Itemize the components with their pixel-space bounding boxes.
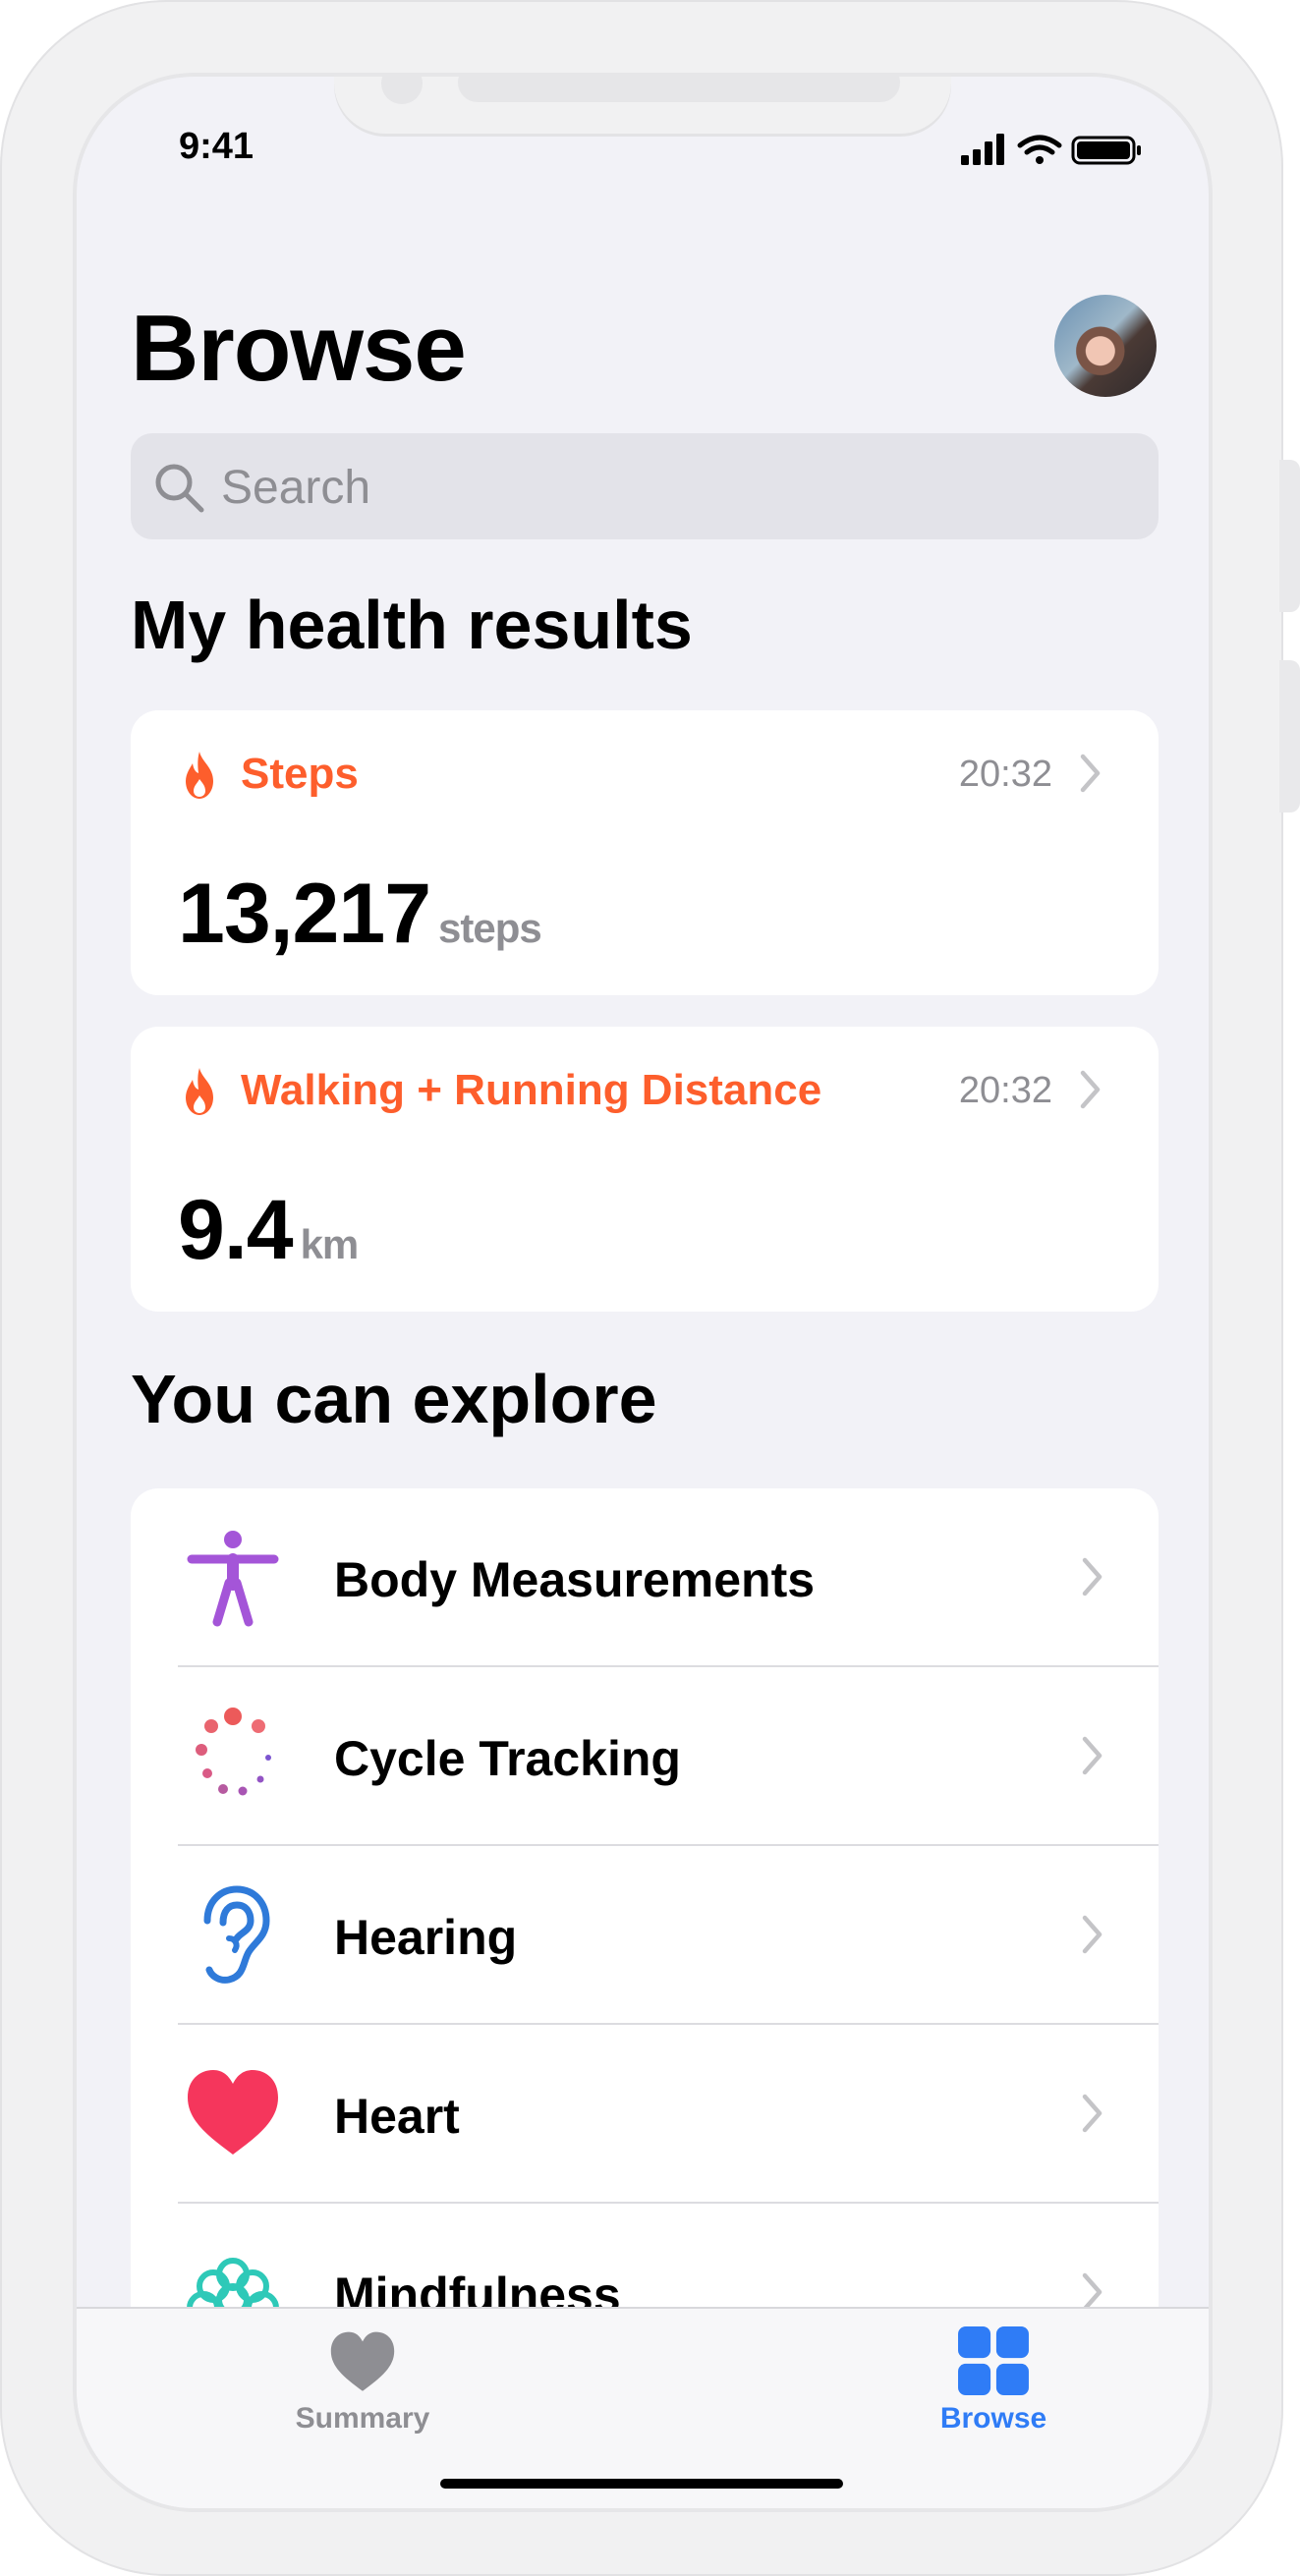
- section-title-explore: You can explore: [131, 1361, 657, 1437]
- explore-item-body-measurements[interactable]: Body Measurements: [131, 1488, 1159, 1667]
- camera: [381, 77, 423, 104]
- explore-item-heart[interactable]: Heart: [131, 2025, 1159, 2204]
- explore-list: Body Measurements Cycle Tracking Hearing…: [131, 1488, 1159, 2373]
- ear-icon: [203, 1885, 270, 1984]
- tab-label: Summary: [295, 2402, 430, 2435]
- chevron-right-icon: [1082, 1557, 1102, 1596]
- volume-down-button: [1279, 660, 1300, 812]
- volume-up-button: [1279, 460, 1300, 612]
- speaker: [458, 77, 900, 102]
- section-title-health-results: My health results: [131, 587, 693, 663]
- card-unit: km: [300, 1221, 360, 1267]
- explore-item-label: Heart: [334, 2089, 460, 2144]
- tab-summary[interactable]: Summary: [245, 2326, 480, 2436]
- card-time: 20:32: [958, 1070, 1052, 1111]
- card-value: 13,217: [178, 867, 431, 961]
- tab-browse[interactable]: Browse: [876, 2326, 1111, 2436]
- avatar[interactable]: [1054, 295, 1157, 397]
- page-title: Browse: [131, 296, 467, 401]
- health-card-steps[interactable]: Steps 20:32 13,217 steps: [131, 710, 1159, 995]
- explore-item-label: Body Measurements: [334, 1552, 816, 1607]
- card-time: 20:32: [958, 754, 1052, 795]
- heart-icon: [188, 2070, 278, 2155]
- search-input[interactable]: Search: [131, 433, 1159, 539]
- card-value-row: 9.4 km: [178, 1182, 360, 1279]
- heart-icon: [330, 2331, 395, 2391]
- tab-label: Browse: [939, 2402, 1047, 2435]
- explore-item-hearing[interactable]: Hearing: [131, 1846, 1159, 2025]
- search-placeholder: Search: [221, 462, 371, 514]
- flame-icon: [186, 752, 213, 799]
- chevron-right-icon: [1080, 1070, 1101, 1109]
- card-label: Walking + Running Distance: [241, 1066, 822, 1114]
- status-time: 9:41: [179, 126, 254, 167]
- search-icon: [155, 464, 204, 513]
- explore-item-label: Cycle Tracking: [334, 1731, 681, 1786]
- card-label: Steps: [241, 750, 359, 798]
- device-notch: [334, 77, 951, 134]
- cycle-dots-icon: [196, 1708, 271, 1796]
- app-screen: 9:41 Browse Search My health results Ste…: [77, 77, 1209, 2508]
- card-unit: steps: [438, 905, 542, 951]
- health-card-walking-running-distance[interactable]: Walking + Running Distance 20:32 9.4 km: [131, 1027, 1159, 1312]
- card-value: 9.4: [178, 1183, 294, 1277]
- chevron-right-icon: [1082, 1736, 1102, 1775]
- battery-icon: [1071, 136, 1141, 165]
- explore-item-label: Hearing: [334, 1910, 518, 1965]
- status-icons: [959, 132, 1146, 167]
- flame-icon: [186, 1068, 213, 1115]
- explore-item-cycle-tracking[interactable]: Cycle Tracking: [131, 1667, 1159, 1846]
- chevron-right-icon: [1082, 2094, 1102, 2133]
- wifi-icon: [1017, 135, 1062, 164]
- chevron-right-icon: [1082, 1915, 1102, 1954]
- body-figure-icon: [187, 1531, 279, 1627]
- grid-icon: [958, 2326, 1029, 2395]
- chevron-right-icon: [1080, 754, 1101, 793]
- card-value-row: 13,217 steps: [178, 866, 542, 963]
- signal-icon: [961, 134, 1004, 165]
- home-indicator: [440, 2479, 843, 2489]
